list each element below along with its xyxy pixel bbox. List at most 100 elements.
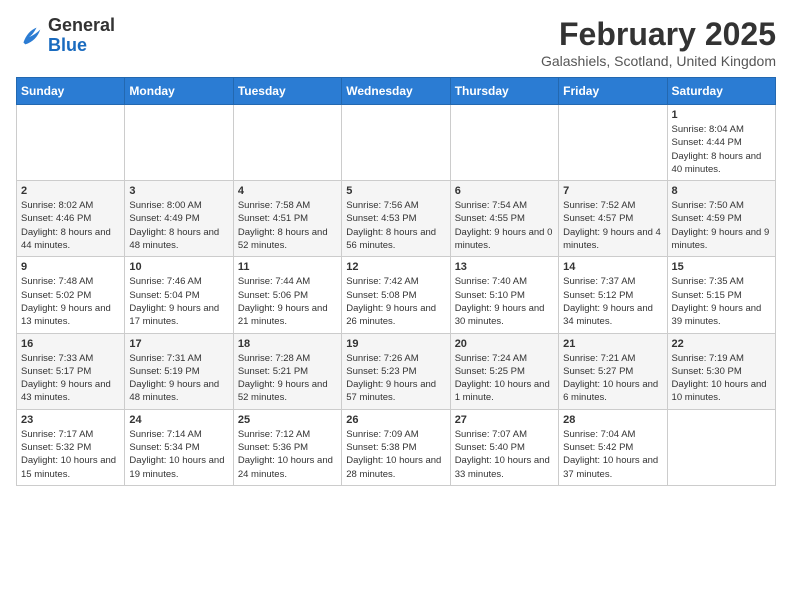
logo-blue: Blue bbox=[48, 35, 87, 55]
day-header-monday: Monday bbox=[125, 78, 233, 105]
calendar-cell: 27 Sunrise: 7:07 AM Sunset: 5:40 PM Dayli… bbox=[450, 409, 558, 485]
day-info: Sunrise: 8:02 AM Sunset: 4:46 PM Dayligh… bbox=[21, 199, 120, 252]
logo-text: General Blue bbox=[48, 16, 115, 56]
day-header-wednesday: Wednesday bbox=[342, 78, 450, 105]
day-info: Sunrise: 7:04 AM Sunset: 5:42 PM Dayligh… bbox=[563, 428, 662, 481]
day-info: Sunrise: 7:37 AM Sunset: 5:12 PM Dayligh… bbox=[563, 275, 662, 328]
day-number: 24 bbox=[129, 414, 228, 426]
day-info: Sunrise: 7:21 AM Sunset: 5:27 PM Dayligh… bbox=[563, 352, 662, 405]
calendar-cell: 17Sunrise: 7:31 AM Sunset: 5:19 PM Dayli… bbox=[125, 333, 233, 409]
day-info: Sunrise: 7:46 AM Sunset: 5:04 PM Dayligh… bbox=[129, 275, 228, 328]
day-header-tuesday: Tuesday bbox=[233, 78, 341, 105]
calendar-cell: 15Sunrise: 7:35 AM Sunset: 5:15 PM Dayli… bbox=[667, 257, 775, 333]
day-header-friday: Friday bbox=[559, 78, 667, 105]
day-number: 3 bbox=[129, 185, 228, 197]
day-number: 20 bbox=[455, 338, 554, 350]
day-info: Sunrise: 7:58 AM Sunset: 4:51 PM Dayligh… bbox=[238, 199, 337, 252]
calendar-cell bbox=[450, 105, 558, 181]
day-number: 28 bbox=[563, 414, 662, 426]
day-info: Sunrise: 7:54 AM Sunset: 4:55 PM Dayligh… bbox=[455, 199, 554, 252]
day-info: Sunrise: 7:56 AM Sunset: 4:53 PM Dayligh… bbox=[346, 199, 445, 252]
day-info: Sunrise: 8:04 AM Sunset: 4:44 PM Dayligh… bbox=[672, 123, 771, 176]
calendar-cell: 9Sunrise: 7:48 AM Sunset: 5:02 PM Daylig… bbox=[17, 257, 125, 333]
day-number: 6 bbox=[455, 185, 554, 197]
week-row: 9Sunrise: 7:48 AM Sunset: 5:02 PM Daylig… bbox=[17, 257, 776, 333]
day-info: Sunrise: 7:19 AM Sunset: 5:30 PM Dayligh… bbox=[672, 352, 771, 405]
days-of-week-row: SundayMondayTuesdayWednesdayThursdayFrid… bbox=[17, 78, 776, 105]
calendar-cell: 6 Sunrise: 7:54 AM Sunset: 4:55 PM Daylig… bbox=[450, 181, 558, 257]
logo-general: General bbox=[48, 15, 115, 35]
day-info: Sunrise: 7:44 AM Sunset: 5:06 PM Dayligh… bbox=[238, 275, 337, 328]
week-row: 23 Sunrise: 7:17 AM Sunset: 5:32 PM Dayli… bbox=[17, 409, 776, 485]
calendar-cell: 28 Sunrise: 7:04 AM Sunset: 5:42 PM Dayli… bbox=[559, 409, 667, 485]
day-number: 11 bbox=[238, 261, 337, 273]
calendar-cell bbox=[233, 105, 341, 181]
calendar-cell: 16 Sunrise: 7:33 AM Sunset: 5:17 PM Dayli… bbox=[17, 333, 125, 409]
calendar-header: SundayMondayTuesdayWednesdayThursdayFrid… bbox=[17, 78, 776, 105]
day-info: Sunrise: 7:48 AM Sunset: 5:02 PM Dayligh… bbox=[21, 275, 120, 328]
day-number: 12 bbox=[346, 261, 445, 273]
day-info: Sunrise: 7:17 AM Sunset: 5:32 PM Dayligh… bbox=[21, 428, 120, 481]
logo: General Blue bbox=[16, 16, 115, 56]
day-number: 26 bbox=[346, 414, 445, 426]
calendar-cell: 18Sunrise: 7:28 AM Sunset: 5:21 PM Dayli… bbox=[233, 333, 341, 409]
calendar-cell: 19 Sunrise: 7:26 AM Sunset: 5:23 PM Dayli… bbox=[342, 333, 450, 409]
day-info: Sunrise: 7:24 AM Sunset: 5:25 PM Dayligh… bbox=[455, 352, 554, 405]
day-number: 10 bbox=[129, 261, 228, 273]
day-info: Sunrise: 7:12 AM Sunset: 5:36 PM Dayligh… bbox=[238, 428, 337, 481]
day-info: Sunrise: 7:31 AM Sunset: 5:19 PM Dayligh… bbox=[129, 352, 228, 405]
calendar-table: SundayMondayTuesdayWednesdayThursdayFrid… bbox=[16, 77, 776, 486]
calendar-cell: 2 Sunrise: 8:02 AM Sunset: 4:46 PM Daylig… bbox=[17, 181, 125, 257]
day-info: Sunrise: 7:42 AM Sunset: 5:08 PM Dayligh… bbox=[346, 275, 445, 328]
day-info: Sunrise: 7:40 AM Sunset: 5:10 PM Dayligh… bbox=[455, 275, 554, 328]
month-title: February 2025 bbox=[541, 16, 776, 53]
calendar-cell: 1Sunrise: 8:04 AM Sunset: 4:44 PM Daylig… bbox=[667, 105, 775, 181]
calendar-cell: 20 Sunrise: 7:24 AM Sunset: 5:25 PM Dayli… bbox=[450, 333, 558, 409]
title-block: February 2025 Galashiels, Scotland, Unit… bbox=[541, 16, 776, 69]
week-row: 2 Sunrise: 8:02 AM Sunset: 4:46 PM Daylig… bbox=[17, 181, 776, 257]
calendar-cell: 23 Sunrise: 7:17 AM Sunset: 5:32 PM Dayli… bbox=[17, 409, 125, 485]
calendar-cell: 24 Sunrise: 7:14 AM Sunset: 5:34 PM Dayli… bbox=[125, 409, 233, 485]
day-info: Sunrise: 7:33 AM Sunset: 5:17 PM Dayligh… bbox=[21, 352, 120, 405]
day-number: 21 bbox=[563, 338, 662, 350]
day-info: Sunrise: 7:14 AM Sunset: 5:34 PM Dayligh… bbox=[129, 428, 228, 481]
calendar-cell: 12 Sunrise: 7:42 AM Sunset: 5:08 PM Dayli… bbox=[342, 257, 450, 333]
calendar-cell bbox=[342, 105, 450, 181]
day-info: Sunrise: 7:09 AM Sunset: 5:38 PM Dayligh… bbox=[346, 428, 445, 481]
calendar-cell: 5Sunrise: 7:56 AM Sunset: 4:53 PM Daylig… bbox=[342, 181, 450, 257]
day-info: Sunrise: 8:00 AM Sunset: 4:49 PM Dayligh… bbox=[129, 199, 228, 252]
day-info: Sunrise: 7:26 AM Sunset: 5:23 PM Dayligh… bbox=[346, 352, 445, 405]
day-number: 13 bbox=[455, 261, 554, 273]
calendar-cell: 14Sunrise: 7:37 AM Sunset: 5:12 PM Dayli… bbox=[559, 257, 667, 333]
week-row: 16 Sunrise: 7:33 AM Sunset: 5:17 PM Dayli… bbox=[17, 333, 776, 409]
calendar-cell: 21 Sunrise: 7:21 AM Sunset: 5:27 PM Dayli… bbox=[559, 333, 667, 409]
calendar-cell bbox=[667, 409, 775, 485]
calendar-cell: 4 Sunrise: 7:58 AM Sunset: 4:51 PM Daylig… bbox=[233, 181, 341, 257]
day-header-thursday: Thursday bbox=[450, 78, 558, 105]
day-info: Sunrise: 7:07 AM Sunset: 5:40 PM Dayligh… bbox=[455, 428, 554, 481]
day-number: 2 bbox=[21, 185, 120, 197]
day-number: 4 bbox=[238, 185, 337, 197]
day-number: 18 bbox=[238, 338, 337, 350]
calendar-cell bbox=[125, 105, 233, 181]
calendar-cell: 25 Sunrise: 7:12 AM Sunset: 5:36 PM Dayli… bbox=[233, 409, 341, 485]
logo-icon bbox=[16, 22, 44, 50]
day-number: 19 bbox=[346, 338, 445, 350]
day-number: 27 bbox=[455, 414, 554, 426]
day-info: Sunrise: 7:50 AM Sunset: 4:59 PM Dayligh… bbox=[672, 199, 771, 252]
day-number: 16 bbox=[21, 338, 120, 350]
calendar-cell: 3 Sunrise: 8:00 AM Sunset: 4:49 PM Daylig… bbox=[125, 181, 233, 257]
day-number: 25 bbox=[238, 414, 337, 426]
calendar-cell bbox=[559, 105, 667, 181]
day-info: Sunrise: 7:35 AM Sunset: 5:15 PM Dayligh… bbox=[672, 275, 771, 328]
page-header: General Blue February 2025 Galashiels, S… bbox=[16, 16, 776, 69]
day-number: 8 bbox=[672, 185, 771, 197]
calendar-cell: 10 Sunrise: 7:46 AM Sunset: 5:04 PM Dayli… bbox=[125, 257, 233, 333]
calendar-cell bbox=[17, 105, 125, 181]
calendar-cell: 26 Sunrise: 7:09 AM Sunset: 5:38 PM Dayli… bbox=[342, 409, 450, 485]
calendar-cell: 7Sunrise: 7:52 AM Sunset: 4:57 PM Daylig… bbox=[559, 181, 667, 257]
day-header-sunday: Sunday bbox=[17, 78, 125, 105]
calendar-cell: 13 Sunrise: 7:40 AM Sunset: 5:10 PM Dayli… bbox=[450, 257, 558, 333]
day-number: 23 bbox=[21, 414, 120, 426]
calendar-cell: 11 Sunrise: 7:44 AM Sunset: 5:06 PM Dayli… bbox=[233, 257, 341, 333]
